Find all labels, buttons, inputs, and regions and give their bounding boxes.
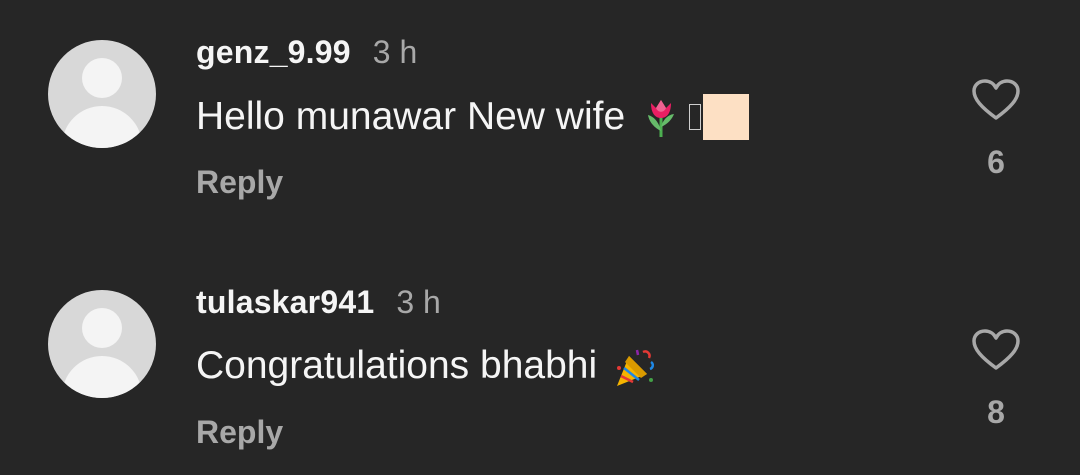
timestamp: 3 h bbox=[372, 34, 418, 70]
comment-text-content: Congratulations bhabhi bbox=[196, 344, 598, 387]
comment-text: Hello munawar New wife bbox=[196, 94, 750, 140]
comment-item: tulaskar941 3 h Congratulations bhabhi R… bbox=[0, 250, 1080, 450]
party-popper-icon bbox=[613, 346, 655, 386]
like-control: 8 bbox=[968, 328, 1024, 431]
avatar[interactable] bbox=[48, 40, 156, 148]
comment-text: Congratulations bhabhi bbox=[196, 344, 655, 388]
comment-meta: genz_9.99 3 h bbox=[196, 34, 417, 74]
like-control: 6 bbox=[968, 78, 1024, 181]
avatar-body-shape bbox=[62, 106, 142, 148]
username[interactable]: tulaskar941 bbox=[196, 284, 374, 321]
missing-glyph-box bbox=[689, 104, 702, 130]
avatar-body-shape bbox=[62, 356, 142, 398]
timestamp: 3 h bbox=[396, 284, 441, 320]
tulip-icon bbox=[641, 97, 681, 137]
comment-meta: tulaskar941 3 h bbox=[196, 284, 441, 324]
comments-list: genz_9.99 3 h Hello munawar New wife Rep… bbox=[0, 0, 1080, 475]
heart-icon[interactable] bbox=[971, 78, 1021, 122]
username[interactable]: genz_9.99 bbox=[196, 34, 351, 71]
skin-tone-square bbox=[703, 94, 750, 140]
reply-button[interactable]: Reply bbox=[196, 414, 283, 451]
like-count: 6 bbox=[987, 144, 1005, 180]
heart-icon[interactable] bbox=[971, 328, 1021, 372]
avatar-head-shape bbox=[82, 58, 122, 98]
reply-button[interactable]: Reply bbox=[196, 164, 283, 201]
comment-text-content: Hello munawar New wife bbox=[196, 95, 626, 138]
avatar-head-shape bbox=[82, 308, 122, 348]
like-count: 8 bbox=[987, 394, 1005, 430]
avatar[interactable] bbox=[48, 290, 156, 398]
comment-item: genz_9.99 3 h Hello munawar New wife Rep… bbox=[0, 0, 1080, 200]
